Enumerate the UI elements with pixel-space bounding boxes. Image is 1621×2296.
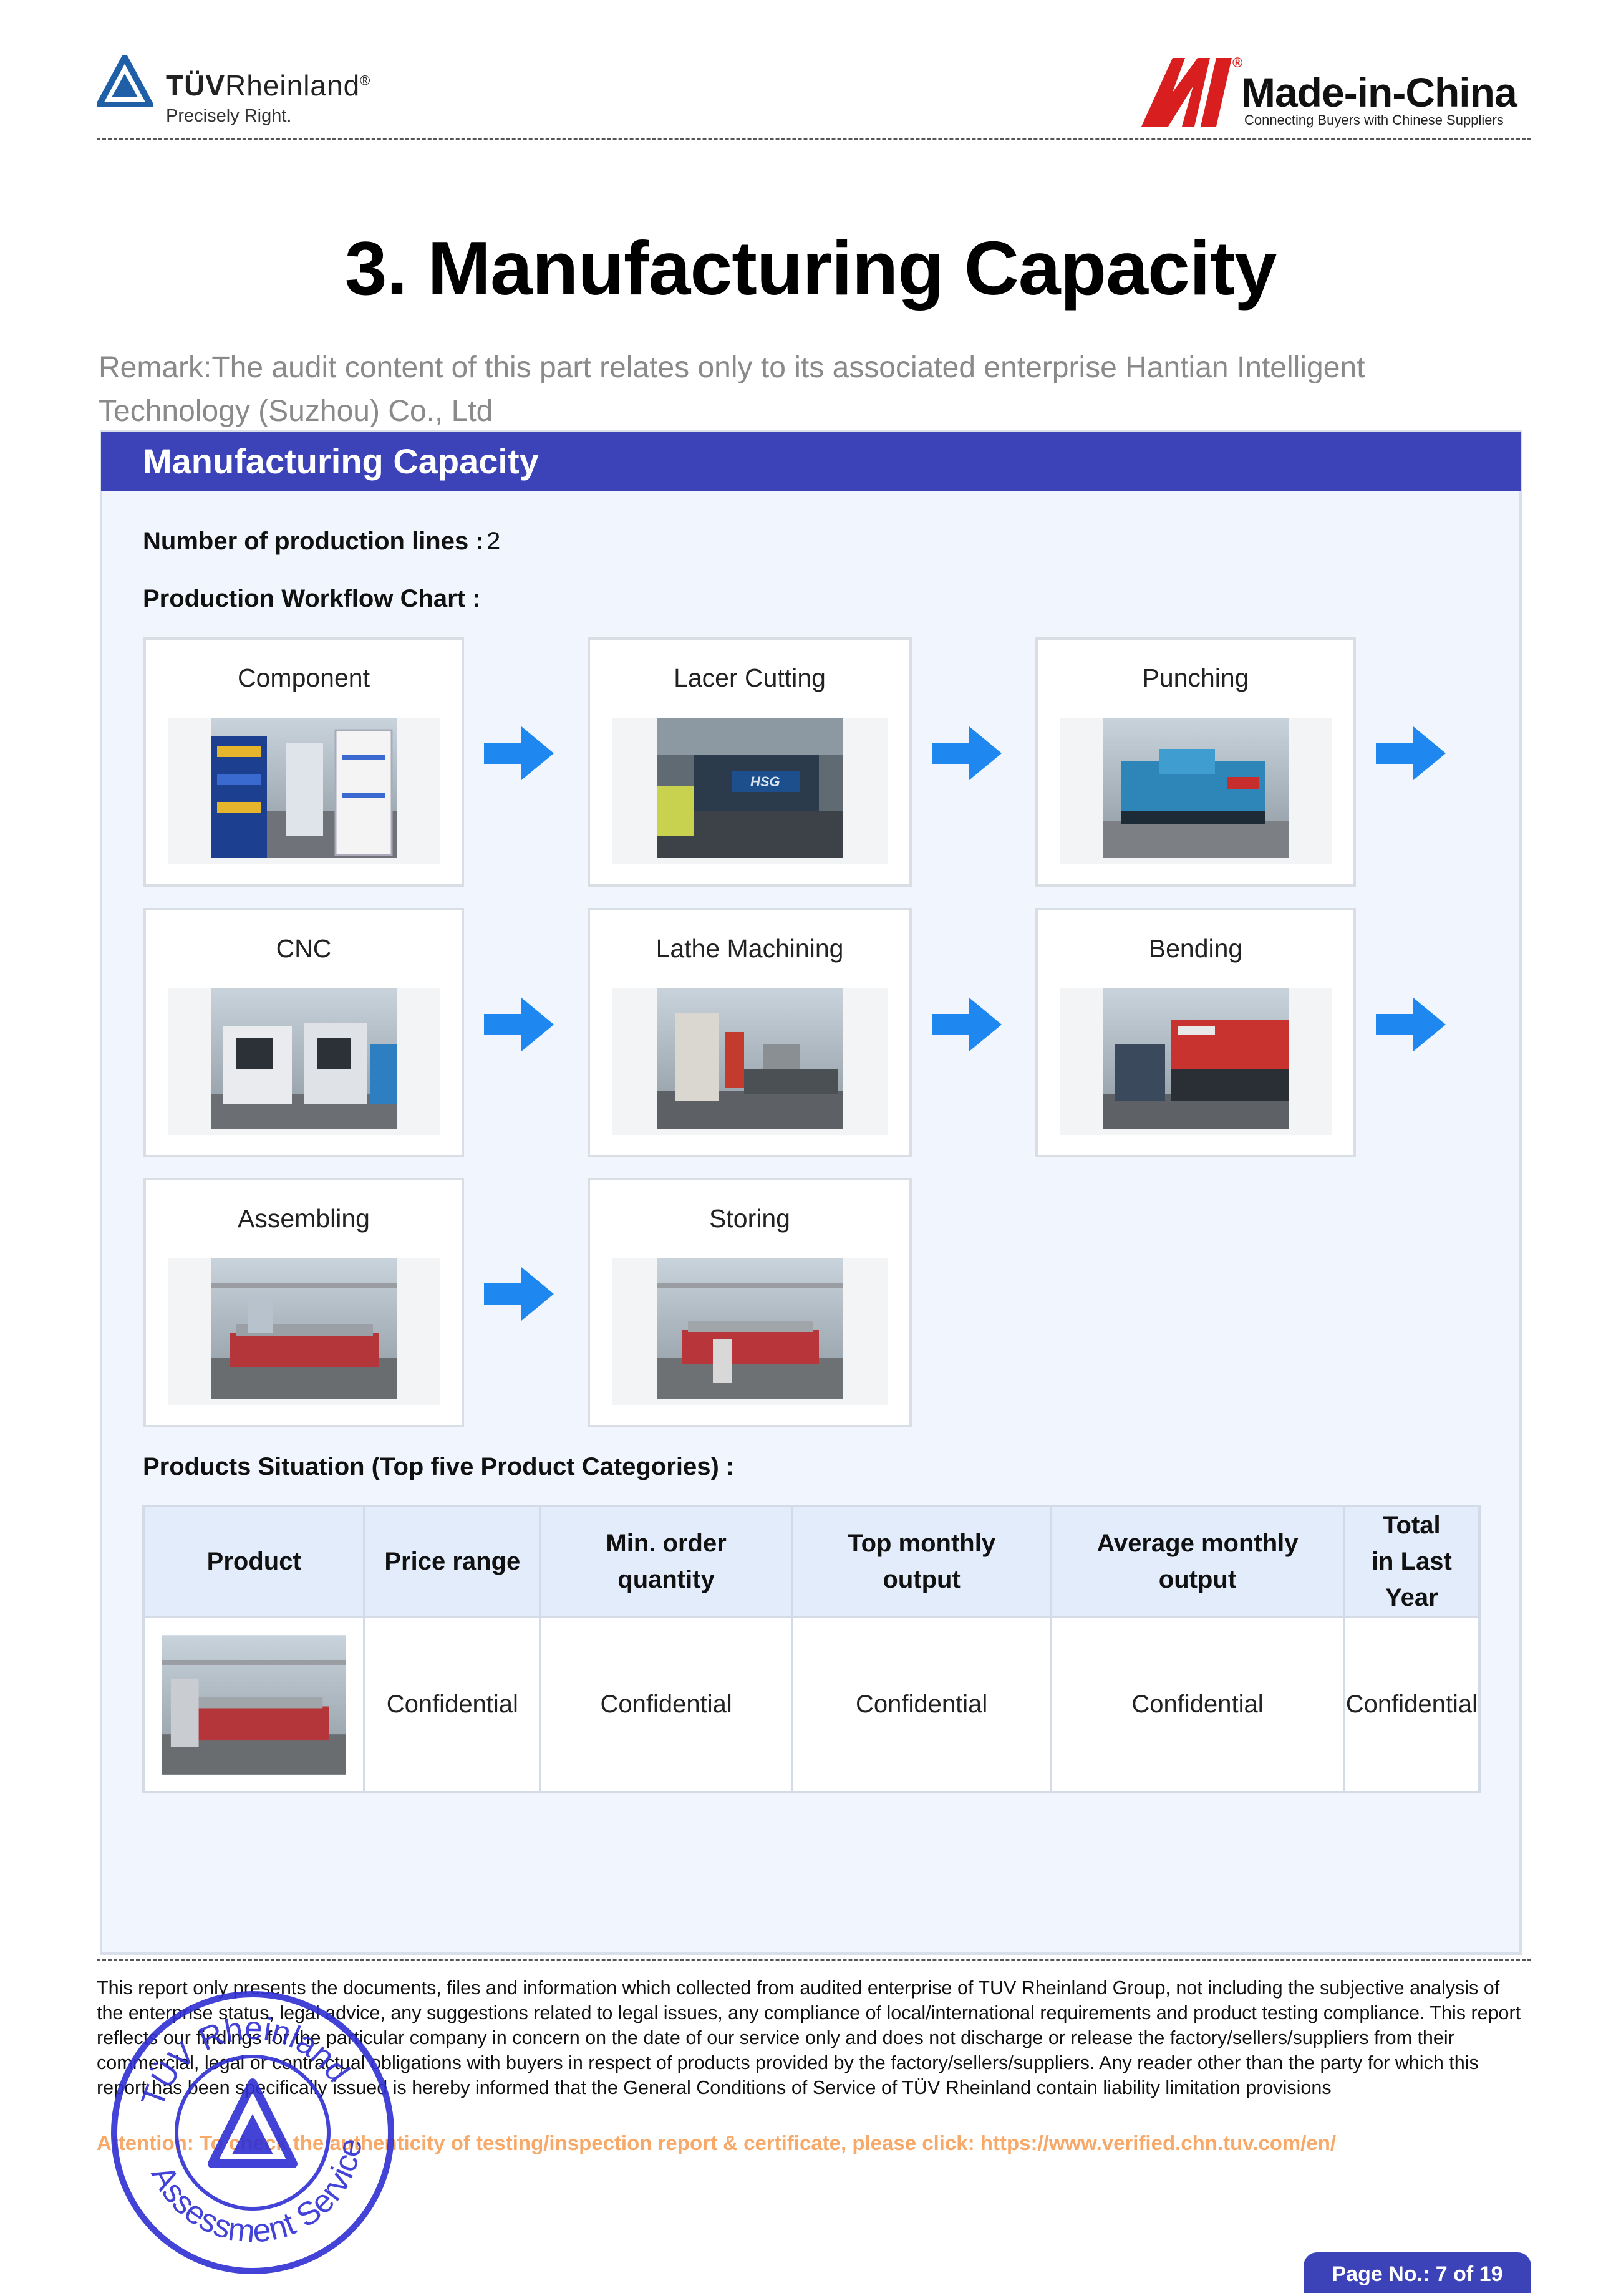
production-lines-label: Number of production lines : (143, 528, 484, 555)
arrow-right-icon (932, 726, 1002, 780)
panel-title: Manufacturing Capacity (143, 441, 539, 481)
workflow-step-label: Component (238, 663, 370, 692)
column-header-average-monthly: Average monthly output (1050, 1505, 1345, 1618)
product-photo (162, 1634, 347, 1775)
tuv-assessment-stamp-icon: TÜV Rheinland Assessment Service (111, 1991, 394, 2274)
tuv-triangle-logo-icon (97, 55, 153, 107)
assembling-photo (211, 1258, 397, 1399)
column-header-top-monthly: Top monthly output (790, 1505, 1053, 1618)
arrow-right-icon (484, 1267, 554, 1321)
page-number-badge: Page No.: 7 of 19 (1304, 2252, 1531, 2293)
price-range-cell: Confidential (363, 1616, 542, 1793)
table-header-row: Product Price range Min. order quantity … (142, 1505, 1481, 1618)
workflow-step-label: Assembling (238, 1204, 370, 1233)
average-monthly-cell: Confidential (1050, 1616, 1345, 1793)
lacer-cutting-photo: HSG (657, 718, 843, 858)
production-lines-value: 2 (486, 528, 501, 555)
workflow-step-lathe-machining: Lathe Machining (588, 908, 912, 1157)
tuv-brand-name: TÜVRheinland® (166, 69, 371, 102)
workflow-step-storing: Storing (588, 1178, 912, 1427)
column-header-total-last-year: Total in Last Year (1342, 1505, 1481, 1618)
svg-text:HSG: HSG (750, 774, 780, 789)
arrow-right-icon (932, 998, 1002, 1051)
workflow-step-label: CNC (276, 934, 332, 963)
bending-photo (1103, 988, 1289, 1129)
column-header-product: Product (142, 1505, 366, 1618)
workflow-step-assembling: Assembling (143, 1178, 464, 1427)
arrow-right-icon (484, 998, 554, 1051)
product-photo-cell (142, 1616, 366, 1793)
mic-tagline: Connecting Buyers with Chinese Suppliers (1244, 112, 1504, 128)
column-header-min-order: Min. order quantity (539, 1505, 793, 1618)
arrow-right-icon (1376, 998, 1446, 1051)
workflow-step-label: Lacer Cutting (674, 663, 826, 692)
workflow-step-punching: Punching (1035, 637, 1356, 887)
page-title: 3. Manufacturing Capacity (344, 226, 1277, 311)
top-monthly-cell: Confidential (790, 1616, 1053, 1793)
footer-divider (97, 1959, 1531, 1961)
workflow-step-label: Storing (709, 1204, 790, 1233)
mic-brand-name: Made-in-China (1241, 69, 1517, 115)
workflow-step-cnc: CNC (143, 908, 464, 1157)
table-row: Confidential Confidential Confidential C… (142, 1616, 1481, 1793)
component-photo (211, 718, 397, 858)
products-situation-label: Products Situation (Top five Product Cat… (143, 1453, 735, 1480)
workflow-step-component: Component (143, 637, 464, 887)
workflow-label: Production Workflow Chart : (143, 585, 481, 612)
remark-text: Remark:The audit content of this part re… (99, 351, 1365, 428)
products-table: Product Price range Min. order quantity … (142, 1505, 1481, 1793)
min-order-cell: Confidential (539, 1616, 793, 1793)
workflow-step-label: Punching (1142, 663, 1249, 692)
column-header-price-range: Price range (363, 1505, 542, 1618)
arrow-right-icon (484, 726, 554, 780)
made-in-china-logo-icon (1141, 58, 1232, 127)
header-divider (97, 138, 1531, 140)
workflow-step-lacer-cutting: Lacer Cutting HSG (588, 637, 912, 887)
cnc-photo (211, 988, 397, 1129)
workflow-step-bending: Bending (1035, 908, 1356, 1157)
workflow-step-label: Lathe Machining (656, 934, 844, 963)
storing-photo (657, 1258, 843, 1399)
arrow-right-icon (1376, 726, 1446, 780)
total-last-year-cell: Confidential (1342, 1616, 1481, 1793)
punching-photo (1103, 718, 1289, 858)
workflow-step-label: Bending (1148, 934, 1243, 963)
tuv-tagline: Precisely Right. (166, 106, 292, 126)
lathe-machining-photo (657, 988, 843, 1129)
